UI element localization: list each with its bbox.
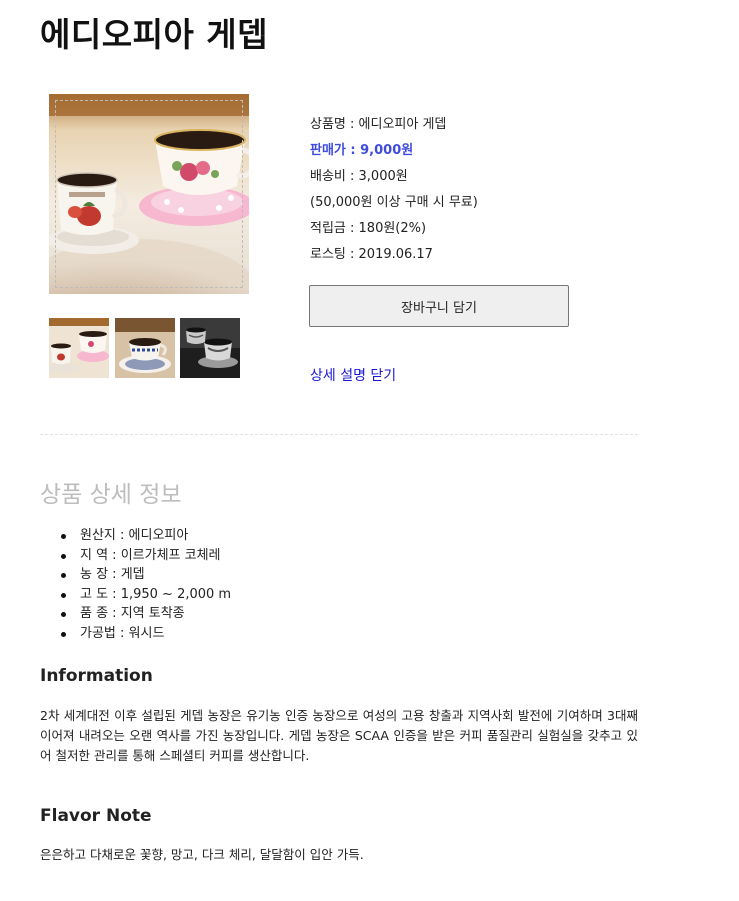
thumbnail-1[interactable] (49, 318, 109, 378)
image-focus-border (55, 100, 243, 288)
spec-farm: 농 장 : 게뎁 (60, 565, 231, 585)
reward-points: 적립금 : 180원(2%) (310, 221, 427, 236)
spec-variety: 품 종 : 지역 토착종 (60, 604, 231, 624)
shipping-fee: 배송비 : 3,000원 (310, 169, 408, 184)
thumbnail-strip (49, 318, 244, 378)
add-to-cart-button[interactable]: 장바구니 담기 (309, 285, 569, 327)
spec-process: 가공법 : 워시드 (60, 624, 231, 644)
flavor-note-title: Flavor Note (40, 806, 152, 826)
close-detail-link[interactable]: 상세 설명 닫기 (310, 365, 396, 385)
spec-origin: 원산지 : 에디오피아 (60, 526, 231, 546)
section-divider (40, 434, 638, 435)
thumbnail-1-image (49, 318, 109, 378)
spec-region: 지 역 : 이르가체프 코체레 (60, 546, 231, 566)
page-title: 에디오피아 게뎁 (40, 15, 269, 54)
thumbnail-3-image (180, 318, 240, 378)
product-name: 상품명 : 에디오피아 게뎁 (310, 117, 447, 132)
thumbnail-2[interactable] (115, 318, 175, 378)
information-text: 2차 세계대전 이후 설립된 게뎁 농장은 유기농 인증 농장으로 여성의 고용… (40, 708, 638, 763)
product-info: 상품명 : 에디오피아 게뎁 판매가 : 9,000원 배송비 : 3,000원… (310, 112, 610, 268)
information-title: Information (40, 666, 153, 686)
thumbnail-3[interactable] (180, 318, 240, 378)
roasting-date: 로스팅 : 2019.06.17 (310, 247, 433, 262)
product-page: 에디오피아 게뎁 상품명: 에디오피아 게뎁 판매가: 9,000원 배송비… (0, 0, 739, 901)
thumbnail-2-image (115, 318, 175, 378)
spec-list: 원산지 : 에디오피아 지 역 : 이르가체프 코체레 농 장 : 게뎁 고 도… (40, 526, 231, 643)
main-product-image (49, 94, 249, 294)
free-shipping-note: (50,000원 이상 구매 시 무료) (310, 195, 478, 210)
product-price: 판매가 : 9,000원 (310, 143, 414, 158)
flavor-note-text: 은은하고 다채로운 꽃향, 망고, 다크 체리, 달달함이 입안 가득. (40, 847, 364, 862)
detail-section-title: 상품 상세 정보 (40, 482, 182, 508)
spec-altitude: 고 도 : 1,950 ~ 2,000 m (60, 585, 231, 605)
